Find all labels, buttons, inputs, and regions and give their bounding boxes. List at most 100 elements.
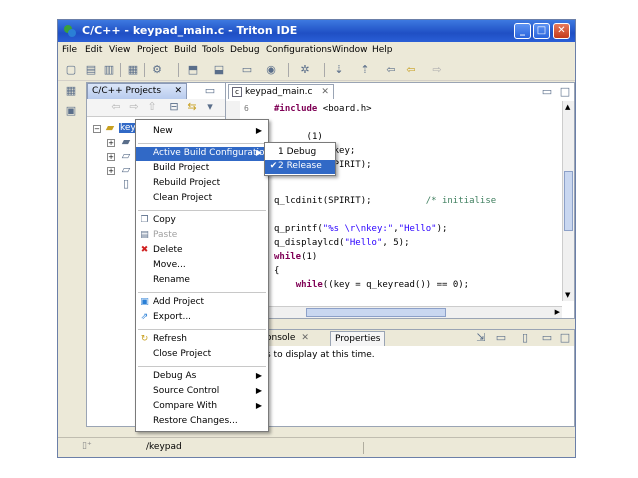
forward-icon[interactable]: ⇨ <box>127 100 141 114</box>
side-strip: ▦ ▣ <box>58 82 84 427</box>
menu-item-delete[interactable]: ✖ Delete <box>136 244 268 258</box>
menu-item-paste[interactable]: ▤ Paste <box>136 229 268 243</box>
next-annotation-icon[interactable]: ⇣ <box>332 63 346 77</box>
menu-item-close-project[interactable]: Close Project <box>136 348 268 362</box>
panel-action-icon[interactable]: ▭ <box>494 331 508 345</box>
collapse-all-icon[interactable]: ⊟ <box>167 100 181 114</box>
title-bar[interactable]: C/C++ - keypad_main.c - Triton IDE _ □ ✕ <box>58 20 575 42</box>
menu-file[interactable]: File <box>62 45 77 55</box>
tab-cpp-projects[interactable]: C/C++ Projects ✕ <box>87 83 187 99</box>
menu-configurations[interactable]: Configurations <box>266 45 332 55</box>
menu-edit[interactable]: Edit <box>85 45 102 55</box>
menu-item-active-build-configuration[interactable]: Active Build Configuration ▶ <box>136 147 270 161</box>
close-icon[interactable]: ✕ <box>321 87 329 97</box>
close-icon[interactable]: ✕ <box>301 333 309 343</box>
menu-item-source-control[interactable]: Source Control ▶ <box>136 385 268 399</box>
menu-tools[interactable]: Tools <box>202 45 224 55</box>
menu-item-restore-changes[interactable]: Restore Changes... <box>136 415 268 429</box>
link-icon[interactable]: ⇆ <box>185 100 199 114</box>
debug-icon[interactable]: ⬒ <box>186 63 200 77</box>
menu-item-copy[interactable]: ❐ Copy <box>136 214 268 228</box>
minimize-view-icon[interactable]: ▭ <box>203 84 217 98</box>
code-editor: c keypad_main.c ✕ ▭ □ 6 7 #include <boar… <box>225 82 575 319</box>
panel-action-icon[interactable]: ⇲ <box>474 331 488 345</box>
tab-console[interactable]: onsole ✕ <box>266 333 309 343</box>
menu-item-label: Compare With <box>153 401 218 411</box>
horizontal-scrollbar[interactable]: ▶ <box>226 306 562 318</box>
menu-item-add-project[interactable]: ▣ Add Project <box>136 296 268 310</box>
run-icon[interactable]: ◉ <box>264 63 278 77</box>
expand-icon[interactable]: + <box>107 167 115 175</box>
settings-icon[interactable]: ⚙ <box>150 63 164 77</box>
menu-item-rename[interactable]: Rename <box>136 274 268 288</box>
scroll-down-icon[interactable]: ▼ <box>565 291 570 299</box>
tab-keypad-main[interactable]: c keypad_main.c ✕ <box>228 84 334 99</box>
hscroll-thumb[interactable] <box>306 308 446 317</box>
code-line: q_lcdinit(SPIRIT); /* initialise <box>274 196 496 206</box>
scroll-up-icon[interactable]: ▲ <box>565 103 570 111</box>
menu-window[interactable]: Window <box>332 45 368 55</box>
expand-icon[interactable]: + <box>107 153 115 161</box>
back-icon[interactable]: ⇦ <box>109 100 123 114</box>
prev-annotation-icon[interactable]: ⇡ <box>358 63 372 77</box>
menu-item-label: Paste <box>153 230 178 240</box>
tab-properties[interactable]: Properties <box>330 331 386 346</box>
vertical-scrollbar[interactable]: ▲ ▼ <box>562 101 574 301</box>
menu-item-move[interactable]: Move... <box>136 259 268 273</box>
menu-item-clean-project[interactable]: Clean Project <box>136 192 268 206</box>
print-icon[interactable]: ▥ <box>102 63 116 77</box>
view-menu-icon[interactable]: ▾ <box>203 100 217 114</box>
code-token: "%s \r\nkey:" <box>322 224 394 234</box>
menu-item-new[interactable]: New ▶ <box>136 125 268 139</box>
submenu-item-2[interactable]: ✔ 2 Release <box>265 160 335 174</box>
menu-item-build-project[interactable]: Build Project <box>136 162 268 176</box>
console-tabs: onsole ✕ Properties ⇲ ▭ ▯ ▭ □ <box>264 330 574 346</box>
minimize-button[interactable]: _ <box>514 23 531 39</box>
star-icon[interactable]: ✲ <box>298 63 312 77</box>
save-icon[interactable]: ▤ <box>84 63 98 77</box>
scroll-thumb[interactable] <box>564 171 573 231</box>
menu-item-refresh[interactable]: ↻ Refresh <box>136 333 268 347</box>
panel-action-icon[interactable]: ▯ <box>518 331 532 345</box>
collapse-icon[interactable]: − <box>93 125 101 133</box>
perspective-icon[interactable]: ▦ <box>64 84 78 98</box>
menu-project[interactable]: Project <box>137 45 168 55</box>
menu-debug[interactable]: Debug <box>230 45 260 55</box>
menu-item-debug-as[interactable]: Debug As ▶ <box>136 370 268 384</box>
tools-icon[interactable]: ⬓ <box>212 63 226 77</box>
export-icon: ⇗ <box>140 312 149 322</box>
submenu-item-1[interactable]: 1 Debug <box>265 146 335 160</box>
maximize-panel-icon[interactable]: □ <box>558 331 572 345</box>
document-icon[interactable]: ▭ <box>240 63 254 77</box>
menu-item-label: Rename <box>153 275 190 285</box>
up-icon[interactable]: ⇧ <box>145 100 159 114</box>
code-line: (1) <box>274 132 323 142</box>
new-icon[interactable]: ▢ <box>64 63 78 77</box>
menu-item-label: Refresh <box>153 334 187 344</box>
code-line: q_printf("%s \r\nkey:","Hello"); <box>274 224 447 234</box>
close-button[interactable]: ✕ <box>553 23 570 39</box>
toolbar-separator <box>324 63 325 77</box>
menu-separator <box>138 210 266 211</box>
scroll-right-icon[interactable]: ▶ <box>555 308 560 316</box>
close-icon[interactable]: ✕ <box>174 86 182 96</box>
expand-icon[interactable]: + <box>107 139 115 147</box>
perspective-icon-2[interactable]: ▣ <box>64 104 78 118</box>
menu-help[interactable]: Help <box>372 45 393 55</box>
menu-item-rebuild-project[interactable]: Rebuild Project <box>136 177 268 191</box>
menu-item-compare-with[interactable]: Compare With ▶ <box>136 400 268 414</box>
menu-item-export[interactable]: ⇗ Export... <box>136 311 268 325</box>
menu-build[interactable]: Build <box>174 45 197 55</box>
code-token: ); <box>436 224 448 234</box>
c-file-icon: c <box>232 87 242 97</box>
back-icon[interactable]: ⇦ <box>384 63 398 77</box>
maximize-editor-icon[interactable]: □ <box>558 85 572 99</box>
minimize-panel-icon[interactable]: ▭ <box>540 331 554 345</box>
minimize-editor-icon[interactable]: ▭ <box>540 85 554 99</box>
build-icon[interactable]: ▦ <box>126 63 140 77</box>
maximize-button[interactable]: □ <box>533 23 550 39</box>
nav-back-icon[interactable]: ⇦ <box>404 63 418 77</box>
nav-forward-icon[interactable]: ⇨ <box>430 63 444 77</box>
menu-view[interactable]: View <box>109 45 130 55</box>
